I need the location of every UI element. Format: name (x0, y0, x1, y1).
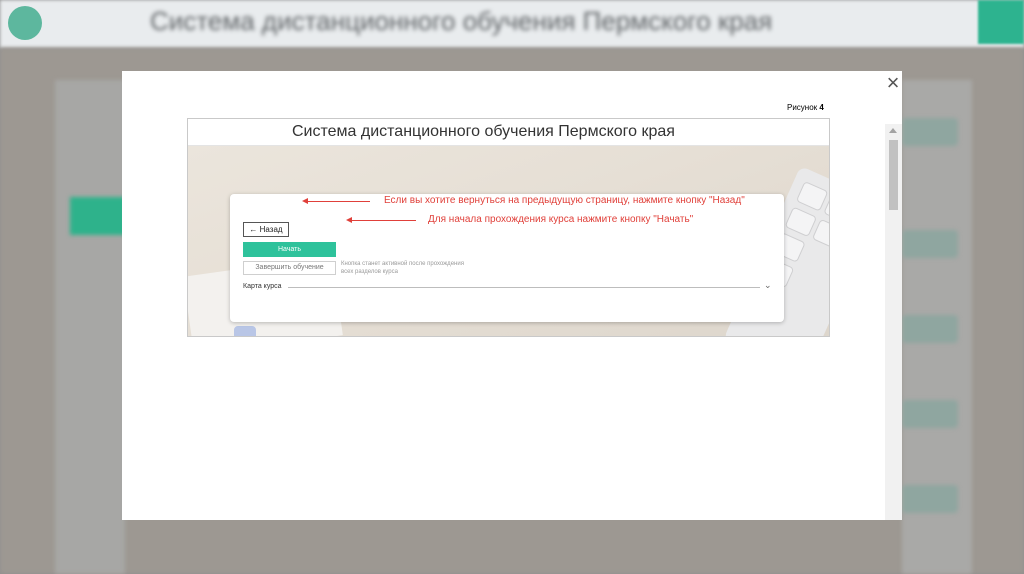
background-panel-button (902, 400, 958, 428)
background-logo (8, 6, 42, 40)
background-menu-button (978, 0, 1024, 44)
annotation-arrow-back-line (306, 201, 370, 202)
background-panel-button (902, 315, 958, 343)
background-panel-button (902, 118, 958, 146)
scroll-up-arrow-icon[interactable] (889, 128, 897, 133)
finish-course-button: Завершить обучение (243, 261, 336, 275)
desk-pen (234, 326, 256, 336)
embedded-screenshot: Система дистанционного обучения Пермског… (187, 118, 830, 337)
figure-caption-number: 4 (819, 103, 824, 112)
background-sidebar (55, 80, 125, 574)
chevron-down-icon[interactable]: ⌄ (764, 280, 772, 291)
background-panel-button (902, 485, 958, 513)
screenshot-desk-background: ← Назад Начать Завершить обучение Кнопка… (188, 146, 829, 336)
screenshot-header: Система дистанционного обучения Пермског… (188, 119, 829, 146)
keyboard-key (784, 206, 818, 238)
back-button[interactable]: ← Назад (243, 222, 289, 237)
scrollbar-thumb[interactable] (889, 140, 898, 210)
background-panel-button (902, 230, 958, 258)
annotation-back: Если вы хотите вернуться на предыдущую с… (384, 195, 745, 206)
annotation-start: Для начала прохождения курса нажмите кно… (428, 214, 694, 225)
start-button[interactable]: Начать (243, 242, 336, 257)
figure-caption-prefix: Рисунок (787, 103, 818, 112)
screenshot-title: Система дистанционного обучения Пермског… (292, 123, 675, 140)
finish-button-note: Кнопка станет активной после прохождения… (341, 261, 464, 275)
close-icon[interactable]: × (884, 72, 902, 94)
annotation-arrow-start-line (350, 220, 416, 221)
course-map-label[interactable]: Карта курса (243, 283, 282, 290)
figure-caption: Рисунок 4 (787, 103, 824, 112)
background-sidebar-active-item (70, 197, 126, 235)
course-map-divider (288, 287, 760, 288)
keyboard-key (795, 180, 829, 212)
keyboard-key (811, 218, 829, 250)
modal-scrollbar[interactable] (885, 124, 902, 520)
background-site-title: Система дистанционного обучения Пермског… (150, 6, 773, 36)
